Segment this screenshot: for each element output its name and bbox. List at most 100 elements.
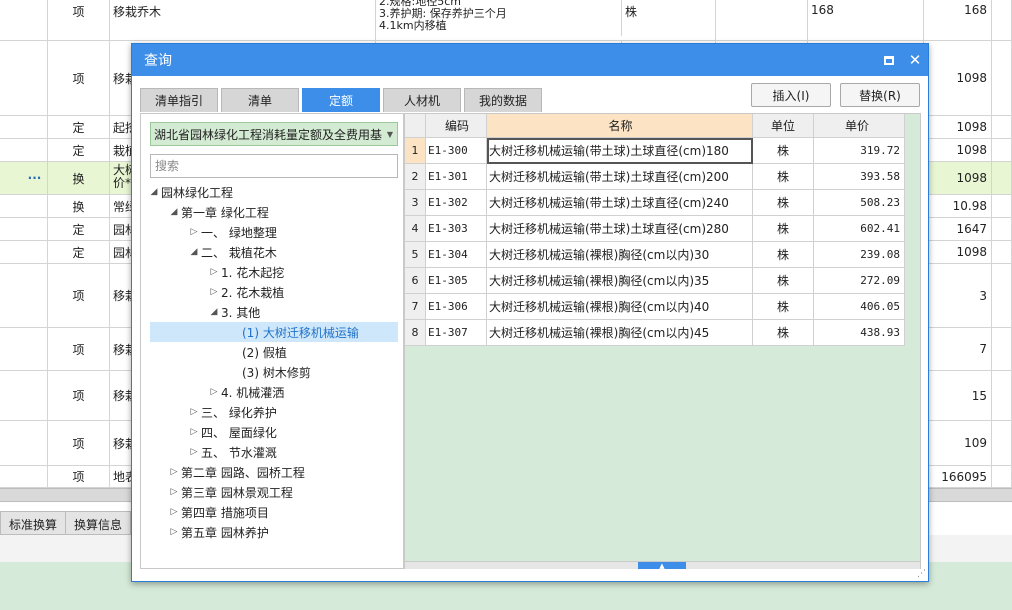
tree-node[interactable]: (2) 假植 [242,342,287,362]
tab-my-data[interactable]: 我的数据 [464,88,542,112]
header-unit[interactable]: 单位 [753,114,814,138]
table-row-selected[interactable]: 1 E1-300 大树迁移机械运输(带土球)土球直径(cm)180 株 319.… [405,138,905,164]
tree-node[interactable]: ▷ 四、 屋面绿化 [187,422,277,442]
tree-toggle-icon[interactable]: ▷ [187,227,201,237]
tree-node[interactable]: ▷ 4. 机械灌洒 [207,382,285,402]
row-total: 1098 [924,162,992,194]
resize-grip-icon[interactable]: ⋰ [916,569,926,579]
row-index: 2 [405,164,426,190]
row-index: 3 [405,190,426,216]
row-name: 大树迁移机械运输(带土球)土球直径(cm)200 [487,164,753,190]
tree-toggle-icon[interactable]: ▷ [167,527,181,537]
table-row[interactable]: 6 E1-305 大树迁移机械运输(裸根)胸径(cm以内)35 株 272.09 [405,268,905,294]
tree-toggle-icon[interactable]: ▷ [207,287,221,297]
row-code: E1-304 [426,242,487,268]
row-price: 438.93 [814,320,905,346]
tree-node[interactable]: ▷ 三、 绿化养护 [187,402,277,422]
tree-toggle-icon[interactable]: ▷ [167,487,181,497]
row-type: 定 [48,241,110,263]
tree-toggle-icon[interactable]: ▷ [187,427,201,437]
tab-standard-conversion[interactable]: 标准换算 [0,511,67,535]
tree-node[interactable]: ◢ 3. 其他 [207,302,261,322]
table-row[interactable]: 5 E1-304 大树迁移机械运输(裸根)胸径(cm以内)30 株 239.08 [405,242,905,268]
tree-toggle-icon[interactable]: ▷ [207,267,221,277]
tree-node[interactable]: ▷ 2. 花木栽植 [207,282,285,302]
tree-node[interactable]: ▷ 第五章 园林养护 [167,522,269,542]
maximize-button[interactable] [876,44,902,76]
tree-toggle-icon[interactable]: ▷ [187,407,201,417]
tab-labor-material-machine[interactable]: 人材机 [383,88,461,112]
row-unit: 株 [753,294,814,320]
tree-node[interactable]: ▷ 第三章 园林景观工程 [167,482,293,502]
tree-node-selected[interactable]: (1) 大树迁移机械运输 [150,322,398,342]
row-index: 1 [405,138,426,164]
tree-node[interactable]: ▷ 一、 绿地整理 [187,222,277,242]
header-price[interactable]: 单价 [814,114,905,138]
tree-node[interactable]: ◢ 园林绿化工程 [147,182,233,202]
tab-list[interactable]: 清单 [221,88,299,112]
tree-node[interactable]: ▷ 1. 花木起挖 [207,262,285,282]
header-name[interactable]: 名称 [487,114,753,138]
row-code: E1-302 [426,190,487,216]
row-price: 406.05 [814,294,905,320]
dialog-titlebar[interactable]: 查询 ✕ [132,44,928,76]
row-unit: 株 [753,190,814,216]
search-input[interactable] [150,154,398,178]
row-unit: 株 [753,242,814,268]
table-row[interactable]: 4 E1-303 大树迁移机械运输(带土球)土球直径(cm)280 株 602.… [405,216,905,242]
tree-toggle-icon[interactable]: ◢ [207,307,221,317]
row-total: 1098 [924,41,992,115]
row-total: 166095 [924,466,992,487]
tree-node[interactable]: (3) 树木修剪 [242,362,311,382]
tree-node[interactable]: ◢ 第一章 绿化工程 [167,202,269,222]
tree-toggle-icon[interactable]: ▷ [187,447,201,457]
tree-toggle-icon[interactable]: ◢ [147,187,161,197]
row-more-button[interactable]: ··· [0,162,48,194]
tree-node[interactable]: ▷ 第二章 园路、园桥工程 [167,462,305,482]
tree-toggle-icon[interactable]: ▷ [167,507,181,517]
row-index: 4 [405,216,426,242]
table-row[interactable]: 3 E1-302 大树迁移机械运输(带土球)土球直径(cm)240 株 508.… [405,190,905,216]
row-total: 10.98 [924,195,992,217]
table-row[interactable]: 8 E1-307 大树迁移机械运输(裸根)胸径(cm以内)45 株 438.93 [405,320,905,346]
tree-toggle-icon[interactable]: ▷ [167,467,181,477]
row-index: 7 [405,294,426,320]
tree-node[interactable]: ▷ 第四章 措施项目 [167,502,269,522]
close-button[interactable]: ✕ [902,44,928,76]
sheet-row[interactable]: 项 移栽乔木 2.规格:地径5cm 3.养护期: 保存养护三个月 4.1km内移… [0,0,1012,41]
tree-node[interactable]: ◢ 二、 栽植花木 [187,242,277,262]
row-unit: 株 [753,320,814,346]
row-type: 项 [48,264,110,327]
header-index [405,114,426,138]
tree-node[interactable]: ▷ 五、 节水灌溉 [187,442,277,462]
insert-button[interactable]: 插入(I) [751,83,831,107]
row-unit: 株 [753,216,814,242]
table-row[interactable]: 2 E1-301 大树迁移机械运输(带土球)土球直径(cm)200 株 393.… [405,164,905,190]
chevron-up-icon: ▲ [659,561,665,570]
quota-tree-panel: 湖北省园林绿化工程消耗量定额及全费用基 ▼ ◢园林绿化工程 ◢第一章 绿化工程 … [140,113,404,569]
row-name: 大树迁移机械运输(带土球)土球直径(cm)240 [487,190,753,216]
header-code[interactable]: 编码 [426,114,487,138]
quota-library-select[interactable]: 湖北省园林绿化工程消耗量定额及全费用基 ▼ [150,122,398,146]
row-code: E1-306 [426,294,487,320]
maximize-icon [884,55,894,65]
replace-button[interactable]: 替换(R) [840,83,920,107]
row-total: 3 [924,264,992,327]
collapse-handle-button[interactable]: ▲ [638,561,686,570]
tab-conversion-info[interactable]: 换算信息 [66,511,132,535]
tree-toggle-icon[interactable]: ▷ [207,387,221,397]
tab-list-guide[interactable]: 清单指引 [140,88,218,112]
quota-library-value: 湖北省园林绿化工程消耗量定额及全费用基 [154,127,383,142]
tree-toggle-icon[interactable]: ◢ [187,247,201,257]
row-name: 大树迁移机械运输(带土球)土球直径(cm)280 [487,216,753,242]
row-name: 大树迁移机械运输(裸根)胸径(cm以内)40 [487,294,753,320]
row-type: 项 [48,466,110,487]
row-type: 定 [48,139,110,161]
table-row[interactable]: 7 E1-306 大树迁移机械运输(裸根)胸径(cm以内)40 株 406.05 [405,294,905,320]
tab-quota[interactable]: 定额 [302,88,380,112]
row-code: E1-305 [426,268,487,294]
row-type: 换 [48,195,110,217]
close-icon: ✕ [908,51,922,69]
tree-toggle-icon[interactable]: ◢ [167,207,181,217]
row-index: 6 [405,268,426,294]
